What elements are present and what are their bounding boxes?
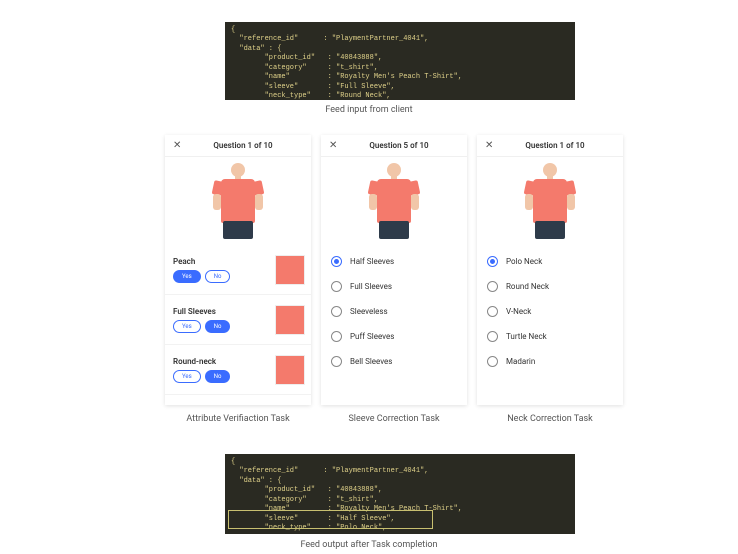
- output-highlight-box: [228, 510, 433, 529]
- radio-option[interactable]: Turtle Neck: [487, 324, 613, 349]
- yes-button[interactable]: Yes: [173, 370, 201, 383]
- card-sleeve-correction: ✕ Question 5 of 10 Half Sleeves Full Sle…: [321, 135, 467, 405]
- code-line: "product_id" : "40843888",: [231, 486, 382, 494]
- code-line: "sleeve" : "Full Sleeve",: [231, 83, 395, 91]
- attr-label: Full Sleeves: [173, 307, 230, 316]
- card-header: ✕ Question 1 of 10: [165, 135, 311, 157]
- radio-option[interactable]: V-Neck: [487, 299, 613, 324]
- code-line: "neck_type" : "Round Neck",: [231, 92, 391, 100]
- code-line: "product_id" : "40843888",: [231, 54, 382, 62]
- radio-icon: [487, 256, 498, 267]
- code-line: "category" : "t_shirt",: [231, 496, 378, 504]
- attr-label: Round-neck: [173, 357, 230, 366]
- code-line: "reference_id" : "PlaymentPartner_4041",: [231, 35, 428, 43]
- radio-option[interactable]: Full Sleeves: [331, 274, 457, 299]
- code-line: "data" : {: [231, 45, 281, 53]
- radio-option[interactable]: Half Sleeves: [331, 249, 457, 274]
- product-image: [477, 157, 623, 245]
- close-icon[interactable]: ✕: [173, 140, 183, 151]
- radio-label: Sleeveless: [350, 307, 388, 316]
- radio-label: Madarin: [506, 357, 535, 366]
- radio-option[interactable]: Madarin: [487, 349, 613, 374]
- caption-neck-task: Neck Correction Task: [477, 414, 623, 424]
- radio-icon: [487, 306, 498, 317]
- radio-label: Half Sleeves: [350, 257, 394, 266]
- card-title: Question 1 of 10: [495, 141, 615, 150]
- sleeve-swatch: [275, 305, 305, 335]
- radio-icon: [487, 331, 498, 342]
- radio-icon: [487, 281, 498, 292]
- card-header: ✕ Question 5 of 10: [321, 135, 467, 157]
- radio-icon: [331, 256, 342, 267]
- attr-row-sleeve: Full Sleeves Yes No: [165, 295, 311, 345]
- caption-feed-input: Feed input from client: [0, 105, 738, 115]
- attr-row-color: Peach Yes No: [165, 245, 311, 295]
- radio-icon: [487, 356, 498, 367]
- radio-label: Puff Sleeves: [350, 332, 394, 341]
- radio-option[interactable]: Polo Neck: [487, 249, 613, 274]
- radio-icon: [331, 306, 342, 317]
- yes-button[interactable]: Yes: [173, 320, 201, 333]
- radio-label: Full Sleeves: [350, 282, 392, 291]
- code-line: "color" : "Peach",: [231, 534, 370, 535]
- radio-option[interactable]: Round Neck: [487, 274, 613, 299]
- yes-button[interactable]: Yes: [173, 270, 201, 283]
- neck-swatch: [275, 355, 305, 385]
- radio-label: Round Neck: [506, 282, 549, 291]
- radio-label: V-Neck: [506, 307, 531, 316]
- product-image: [321, 157, 467, 245]
- radio-label: Turtle Neck: [506, 332, 547, 341]
- radio-icon: [331, 281, 342, 292]
- radio-option[interactable]: Sleeveless: [331, 299, 457, 324]
- code-input-block: { "reference_id" : "PlaymentPartner_4041…: [225, 22, 575, 100]
- card-header: ✕ Question 1 of 10: [477, 135, 623, 157]
- radio-label: Bell Sleeves: [350, 357, 392, 366]
- product-image: [165, 157, 311, 245]
- color-swatch: [275, 255, 305, 285]
- code-line: "category" : "t_shirt",: [231, 64, 378, 72]
- close-icon[interactable]: ✕: [329, 140, 339, 151]
- card-attribute-verification: ✕ Question 1 of 10 Peach Yes No: [165, 135, 311, 405]
- no-button[interactable]: No: [205, 270, 231, 283]
- code-line: {: [231, 458, 235, 466]
- card-neck-correction: ✕ Question 1 of 10 Polo Neck Round Neck …: [477, 135, 623, 405]
- caption-sleeve-task: Sleeve Correction Task: [321, 414, 467, 424]
- caption-attr-task: Attribute Verifiaction Task: [165, 414, 311, 424]
- close-icon[interactable]: ✕: [485, 140, 495, 151]
- radio-icon: [331, 331, 342, 342]
- caption-feed-output: Feed output after Task completion: [0, 540, 738, 550]
- radio-icon: [331, 356, 342, 367]
- attr-row-neck: Round-neck Yes No: [165, 345, 311, 395]
- code-line: {: [231, 26, 235, 34]
- radio-option[interactable]: Bell Sleeves: [331, 349, 457, 374]
- code-line: "data" : {: [231, 477, 281, 485]
- card-title: Question 5 of 10: [339, 141, 459, 150]
- radio-option[interactable]: Puff Sleeves: [331, 324, 457, 349]
- no-button[interactable]: No: [205, 320, 231, 333]
- card-title: Question 1 of 10: [183, 141, 303, 150]
- code-line: "reference_id" : "PlaymentPartner_4041",: [231, 467, 428, 475]
- radio-label: Polo Neck: [506, 257, 542, 266]
- code-line: "name" : "Royalty Men's Peach T-Shirt",: [231, 73, 462, 81]
- attr-label: Peach: [173, 257, 230, 266]
- no-button[interactable]: No: [205, 370, 231, 383]
